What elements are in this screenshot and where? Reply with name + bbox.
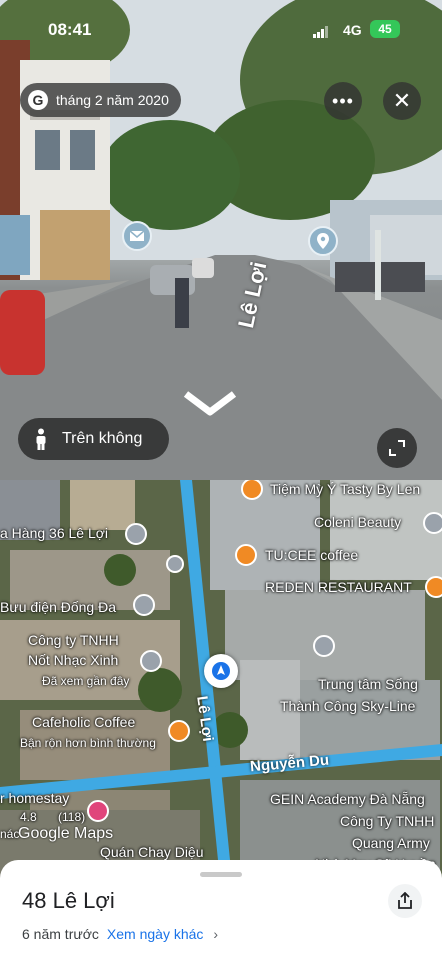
location-pin-icon[interactable] [308,226,338,256]
network-type: 4G [343,22,362,38]
poi-subtitle: Đã xem gần đây [42,674,130,688]
poi-review-count: (118) [58,810,86,824]
poi-label[interactable]: Quang Army [352,835,430,851]
poi-label[interactable]: Trung tâm Sống [318,676,418,692]
capture-date-chip[interactable]: G tháng 2 năm 2020 [20,83,181,117]
bus-stop-icon[interactable] [166,555,184,573]
place-title: 48 Lê Lợi [22,888,115,913]
poi-label[interactable]: Coleni Beauty [314,514,401,530]
aerial-view-button[interactable]: Trên không [18,418,169,460]
place-pin-icon[interactable] [125,523,147,545]
sheet-grabber[interactable] [200,872,242,877]
expand-button[interactable] [377,428,417,468]
street-view-panorama[interactable]: 08:41 4G 45 G tháng 2 năm 2020 ••• ✕ Lê … [0,0,442,480]
school-pin-icon[interactable] [313,635,335,657]
chevron-right-icon[interactable]: › [213,926,218,942]
place-pin-icon[interactable] [423,512,442,534]
hotel-pin-icon[interactable] [87,800,109,822]
poi-label[interactable]: Cafeholic Coffee [32,714,135,730]
capture-age: 6 năm trước [22,926,99,942]
person-icon [36,428,46,450]
see-other-dates-link[interactable]: Xem ngày khác [107,926,204,942]
coffee-pin-icon[interactable] [168,720,190,742]
mail-pin-icon[interactable] [122,221,152,251]
map-marker-icon [317,233,329,249]
poi-label[interactable]: Nốt Nhạc Xinh [28,652,118,668]
place-pin-icon[interactable] [140,650,162,672]
chevron-down-icon[interactable] [182,388,238,418]
google-g-icon: G [28,90,48,110]
poi-label[interactable]: r homestay [0,790,69,806]
more-options-button[interactable]: ••• [324,82,362,120]
restaurant-pin-icon[interactable] [425,576,442,598]
poi-label[interactable]: GEIN Academy Đà Nẵng [270,791,425,807]
signal-icon [313,26,328,38]
poi-label[interactable]: Bưu điện Đống Đa [0,599,116,615]
navigation-arrow-icon [212,662,230,680]
close-icon: ✕ [392,88,412,113]
poi-label[interactable]: Thành Công Sky-Line [280,698,415,714]
poi-label[interactable]: Công ty TNHH [28,632,119,648]
expand-icon [389,440,405,456]
google-maps-logo: Google Maps [18,825,114,842]
poi-subtitle: nác [0,827,20,841]
poi-subtitle: Bận rộn hơn bình thường [20,736,156,750]
envelope-icon [129,230,145,241]
place-bottom-sheet[interactable]: 48 Lê Lợi 6 năm trước Xem ngày khác › [0,860,442,960]
poi-label[interactable]: Công Ty TNHH [340,813,434,829]
aerial-view-label: Trên không [62,430,143,447]
status-time: 08:41 [48,20,92,39]
share-icon [398,892,412,909]
battery-indicator: 45 [370,20,400,38]
status-bar: 08:41 4G 45 [0,0,442,60]
poi-label[interactable]: REDEN RESTAURANT [265,579,412,595]
mail-pin-icon[interactable] [133,594,155,616]
poi-label[interactable]: TU:CEE coffee [265,547,358,563]
capture-date-label: tháng 2 năm 2020 [56,92,169,108]
share-button[interactable] [388,884,422,918]
satellite-map[interactable]: Tiệm Mỳ Ý Tasty By Len Coleni Beauty a H… [0,480,442,880]
more-icon: ••• [332,90,354,111]
current-location-marker[interactable] [204,654,238,688]
capture-meta-row: 6 năm trước Xem ngày khác › [22,926,218,942]
poi-label[interactable]: a Hàng 36 Lê Lợi [0,525,108,541]
poi-label[interactable]: Quán Chay Diệu [100,844,204,860]
coffee-pin-icon[interactable] [235,544,257,566]
poi-rating: 4.8 [20,810,37,824]
close-button[interactable]: ✕ [383,82,421,120]
poi-label[interactable]: Tiệm Mỳ Ý Tasty By Len [270,481,420,497]
